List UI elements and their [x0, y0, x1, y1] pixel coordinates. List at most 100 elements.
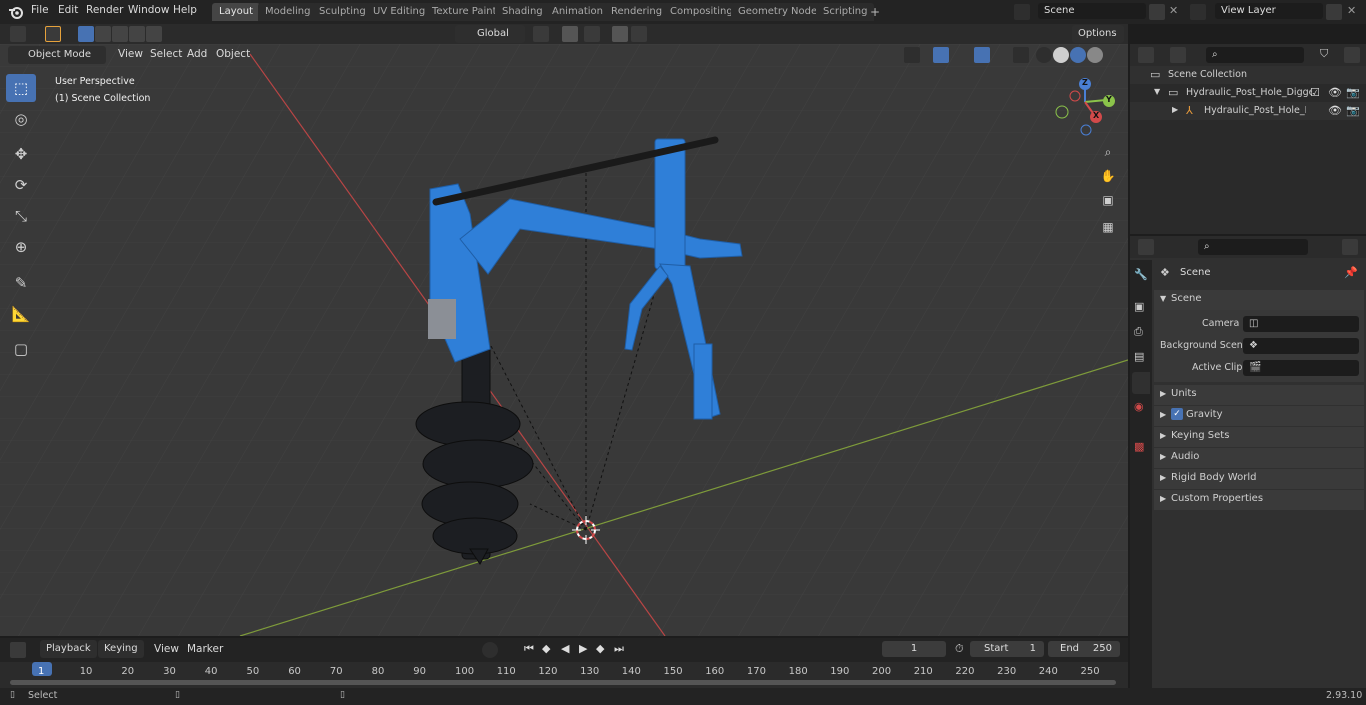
outliner-row-scene-collection[interactable]: ▭ Scene Collection	[1130, 66, 1366, 84]
perspective-toggle-icon[interactable]: ▦	[1097, 216, 1119, 238]
select-tool-icon[interactable]	[45, 26, 61, 42]
custom-properties-panel[interactable]: ▶ Custom Properties	[1154, 490, 1364, 510]
outliner-row-collection[interactable]: ▼ ▭ Hydraulic_Post_Hole_Digger_( ☑ 👁 📷	[1130, 84, 1366, 102]
camera-render-icon[interactable]: 📷	[1346, 104, 1360, 117]
end-frame-field[interactable]: End 250	[1048, 641, 1120, 657]
snap-icon[interactable]	[562, 26, 578, 42]
outliner-row-object[interactable]: ▶ ⅄ Hydraulic_Post_Hole_Digg 👁 📷	[1130, 102, 1366, 120]
properties-options-icon[interactable]	[1342, 239, 1358, 255]
menu-help[interactable]: Help	[173, 4, 197, 16]
view-layer-tab-icon[interactable]: ▤	[1134, 350, 1144, 363]
select-box-tool-icon[interactable]: ⬚	[6, 74, 36, 102]
texture-tab-icon[interactable]: ▩	[1134, 440, 1144, 453]
keying-sets-panel[interactable]: ▶ Keying Sets	[1154, 427, 1364, 447]
tab-sculpting[interactable]: Sculpting	[312, 3, 373, 21]
scene-name-field[interactable]: Scene	[1038, 3, 1146, 19]
new-view-layer-icon[interactable]	[1326, 4, 1342, 20]
view-layer-icon[interactable]	[1190, 4, 1206, 20]
outliner-search-input[interactable]: ⌕	[1206, 47, 1304, 63]
view-layer-field[interactable]: View Layer	[1215, 3, 1323, 19]
tab-layout[interactable]: Layout	[212, 3, 260, 21]
menu-render[interactable]: Render	[86, 4, 123, 16]
properties-search-input[interactable]: ⌕	[1198, 239, 1308, 255]
scene-tab-icon[interactable]	[1132, 372, 1150, 394]
world-tab-icon[interactable]: ◉	[1134, 400, 1144, 413]
tab-shading[interactable]: Shading	[495, 3, 550, 21]
clock-icon[interactable]: ⏱	[955, 642, 964, 656]
camera-field[interactable]: ◫	[1243, 316, 1359, 332]
measure-tool-icon[interactable]: 📐	[6, 300, 36, 328]
transform-tool-icon[interactable]: ⊕	[6, 233, 36, 261]
overlay-toggle-icon[interactable]	[974, 47, 990, 63]
rendered-shading-icon[interactable]	[1087, 47, 1103, 63]
eye-icon[interactable]: 👁	[1328, 104, 1342, 117]
eye-icon[interactable]: 👁	[1328, 86, 1342, 99]
camera-render-icon[interactable]: 📷	[1346, 86, 1360, 99]
filter-icon[interactable]: ⛉	[1320, 47, 1328, 61]
timeline-editor-type-icon[interactable]	[10, 642, 26, 658]
scale-tool-icon[interactable]: ⤡	[6, 202, 36, 230]
viewport-menu-add[interactable]: Add	[187, 48, 207, 60]
proportional-falloff-icon[interactable]	[631, 26, 647, 42]
editor-type-icon[interactable]	[10, 26, 26, 42]
menu-edit[interactable]: Edit	[58, 4, 78, 16]
options-dropdown[interactable]: Options	[1072, 25, 1124, 43]
tool-tab-icon[interactable]: 🔧	[1134, 268, 1148, 281]
timeline-menu-keying[interactable]: Keying	[98, 640, 144, 658]
play-reverse-icon[interactable]: ◀	[561, 642, 569, 655]
select-mode-intersect-icon[interactable]	[146, 26, 162, 42]
material-shading-icon[interactable]	[1070, 47, 1086, 63]
audio-panel[interactable]: ▶ Audio	[1154, 448, 1364, 468]
properties-editor-type-icon[interactable]	[1138, 239, 1154, 255]
select-mode-subtract-icon[interactable]	[112, 26, 128, 42]
cursor-tool-icon[interactable]: ◎	[6, 105, 36, 133]
delete-scene-icon[interactable]: ✕	[1169, 4, 1178, 17]
visibility-icon[interactable]	[904, 47, 920, 63]
jump-end-icon[interactable]: ⏭	[614, 642, 624, 656]
solid-shading-icon[interactable]	[1053, 47, 1069, 63]
transform-orientation-dropdown[interactable]: Global	[455, 25, 525, 43]
jump-keyframe-forward-icon[interactable]: ◆	[596, 642, 604, 655]
tab-rendering[interactable]: Rendering	[604, 3, 670, 21]
3d-viewport[interactable]: Z Y X User Perspective (1) Scene Collect…	[0, 44, 1128, 636]
auto-keying-icon[interactable]	[482, 642, 498, 658]
display-mode-icon[interactable]	[1170, 47, 1186, 63]
select-mode-new-icon[interactable]	[78, 26, 94, 42]
pivot-point-icon[interactable]	[533, 26, 549, 42]
jump-start-icon[interactable]: ⏮	[524, 642, 534, 656]
viewport-menu-view[interactable]: View	[118, 48, 143, 60]
background-scene-field[interactable]: ❖	[1243, 338, 1359, 354]
snap-target-icon[interactable]	[584, 26, 600, 42]
annotate-tool-icon[interactable]: ✎	[6, 269, 36, 297]
xray-toggle-icon[interactable]	[1013, 47, 1029, 63]
timeline-menu-marker[interactable]: Marker	[187, 643, 223, 655]
gizmo-toggle-icon[interactable]	[933, 47, 949, 63]
timeline-scrollbar[interactable]	[10, 680, 1116, 685]
tab-modeling[interactable]: Modeling	[258, 3, 318, 21]
start-frame-field[interactable]: Start 1	[970, 641, 1044, 657]
outliner-editor-type-icon[interactable]	[1138, 47, 1154, 63]
viewport-menu-select[interactable]: Select	[150, 48, 182, 60]
timeline-menu-view[interactable]: View	[154, 643, 179, 655]
gravity-checkbox[interactable]: ✓	[1171, 408, 1183, 420]
rotate-tool-icon[interactable]: ⟳	[6, 171, 36, 199]
add-cube-tool-icon[interactable]: ▢	[6, 335, 36, 363]
tab-compositing[interactable]: Compositing	[663, 3, 740, 21]
zoom-icon[interactable]: ⌕	[1097, 141, 1119, 163]
tab-geometry-nodes[interactable]: Geometry Nodes	[731, 3, 830, 21]
tab-uv-editing[interactable]: UV Editing	[366, 3, 433, 21]
scene-panel-header[interactable]: ▼ Scene	[1154, 290, 1364, 310]
gizmo-x-label[interactable]: X	[1093, 111, 1099, 120]
rigid-body-world-panel[interactable]: ▶ Rigid Body World	[1154, 469, 1364, 489]
current-frame-field[interactable]: 1	[882, 641, 946, 657]
gizmo-z-label[interactable]: Z	[1082, 78, 1088, 87]
tab-scripting[interactable]: Scripting	[816, 3, 875, 21]
expand-arrow-icon[interactable]: ▶	[1172, 105, 1178, 114]
select-mode-invert-icon[interactable]	[129, 26, 145, 42]
object-mode-dropdown[interactable]: Object Mode	[8, 46, 106, 64]
exclude-checkbox-icon[interactable]: ☑	[1310, 86, 1320, 99]
move-tool-icon[interactable]: ✥	[6, 140, 36, 168]
scene-icon[interactable]	[1014, 4, 1030, 20]
units-panel[interactable]: ▶ Units	[1154, 385, 1364, 405]
new-scene-icon[interactable]	[1149, 4, 1165, 20]
